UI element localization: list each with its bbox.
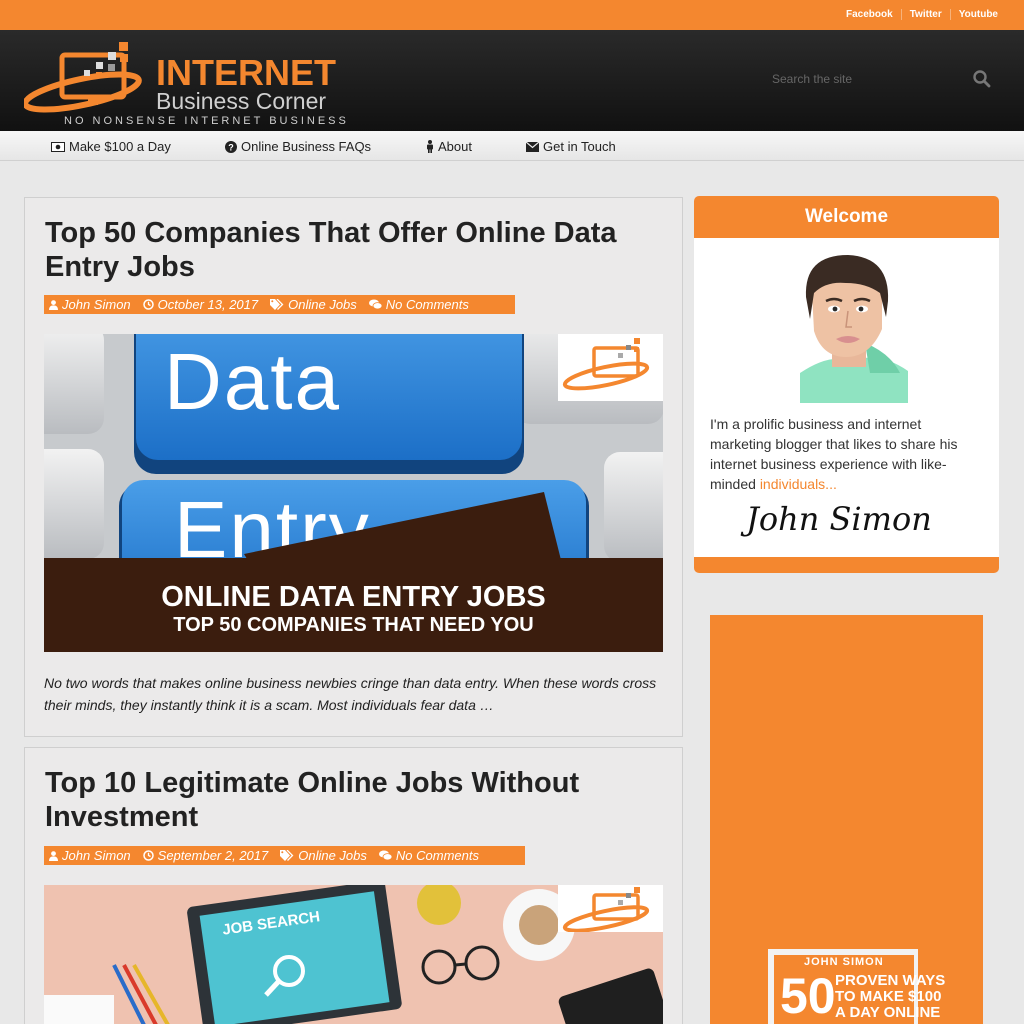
- user-icon: [49, 299, 58, 310]
- post-excerpt: No two words that makes online business …: [44, 675, 657, 713]
- book-promo-widget[interactable]: JOHN SIMON 50 PROVEN WAYS TO MAKE $100 A…: [710, 615, 983, 1024]
- clock-icon: [142, 850, 154, 861]
- post-meta: John Simon September 2, 2017 Online Jobs…: [44, 846, 525, 865]
- post-date-text: October 13, 2017: [157, 297, 259, 312]
- social-links: Facebook Twitter Youtube: [838, 9, 1006, 20]
- post-category[interactable]: Online Jobs: [270, 297, 357, 312]
- nav-item-contact[interactable]: Get in Touch: [526, 139, 616, 154]
- post-author[interactable]: John Simon: [49, 297, 131, 312]
- post-comments-count: No Comments: [395, 848, 479, 863]
- image-watermark-logo: [558, 334, 663, 401]
- tags-icon: [270, 299, 284, 310]
- nav-item-make-money[interactable]: Make $100 a Day: [51, 139, 171, 154]
- post-comments-count: No Comments: [385, 297, 469, 312]
- post-title[interactable]: Top 10 Legitimate Online Jobs Without In…: [45, 766, 662, 834]
- search-icon[interactable]: [972, 69, 992, 89]
- social-bar: Facebook Twitter Youtube: [0, 0, 1024, 30]
- featured-image[interactable]: JOB SEARCH: [44, 885, 663, 1024]
- nav-item-about[interactable]: About: [426, 139, 472, 154]
- featured-image[interactable]: Data Entry ONLINE DATA ENTRY JOBS TOP 50…: [44, 334, 663, 652]
- logo-monitor-icon: [562, 887, 650, 933]
- logo-monitor-icon: [562, 338, 650, 391]
- clock-icon: [142, 299, 154, 310]
- tags-icon: [280, 850, 294, 861]
- nav-item-faqs[interactable]: ? Online Business FAQs: [225, 139, 371, 154]
- book-title: PROVEN WAYS TO MAKE $100 A DAY ONLINE: [835, 973, 945, 1021]
- post-header: Top 50 Companies That Offer Online Data …: [45, 216, 662, 284]
- author-bio: I'm a prolific business and internet mar…: [710, 414, 970, 494]
- comments-icon: [378, 850, 392, 861]
- post-date: September 2, 2017: [142, 848, 269, 863]
- welcome-widget: Welcome I'm a prolific business and inte…: [694, 196, 999, 573]
- post-category-name: Online Jobs: [298, 848, 367, 863]
- image-caption-line1: ONLINE DATA ENTRY JOBS: [161, 581, 546, 613]
- nav-item-label: Get in Touch: [543, 139, 616, 154]
- question-circle-icon: ?: [225, 140, 237, 153]
- user-icon: [49, 850, 58, 861]
- post-category[interactable]: Online Jobs: [280, 848, 367, 863]
- book-title-line: PROVEN WAYS: [835, 972, 946, 989]
- image-caption-line2: TOP 50 COMPANIES THAT NEED YOU: [173, 614, 534, 636]
- post-comments[interactable]: No Comments: [378, 848, 479, 863]
- post-date: October 13, 2017: [142, 297, 259, 312]
- bio-read-more-link[interactable]: individuals...: [760, 476, 837, 492]
- nav-item-label: Make $100 a Day: [69, 139, 171, 154]
- post-date-text: September 2, 2017: [157, 848, 269, 863]
- money-icon: [51, 141, 65, 152]
- envelope-icon: [526, 141, 539, 152]
- twitter-link[interactable]: Twitter: [900, 9, 950, 20]
- logo-subtitle: Business Corner: [156, 88, 327, 114]
- book-author: JOHN SIMON: [804, 956, 884, 968]
- post-category-name: Online Jobs: [288, 297, 357, 312]
- image-watermark-logo: [558, 885, 663, 933]
- post-author-name: John Simon: [62, 848, 131, 863]
- author-avatar: [800, 255, 908, 403]
- person-icon: [427, 140, 433, 153]
- post-header: Top 10 Legitimate Online Jobs Without In…: [45, 766, 662, 834]
- site-logo[interactable]: INTERNET Business Corner NO NONSENSE INT…: [24, 40, 354, 127]
- search-box: [772, 70, 1002, 92]
- logo-tagline: NO NONSENSE INTERNET BUSINESS: [64, 115, 349, 127]
- author-signature: John Simon: [746, 500, 932, 538]
- post-comments[interactable]: No Comments: [368, 297, 469, 312]
- post-author-name: John Simon: [62, 297, 131, 312]
- facebook-link[interactable]: Facebook: [838, 9, 901, 20]
- post-meta: John Simon October 13, 2017 Online Jobs …: [44, 295, 515, 314]
- comments-icon: [368, 299, 382, 310]
- welcome-title: Welcome: [804, 206, 889, 227]
- book-title-line: TO MAKE $100: [835, 988, 942, 1005]
- youtube-link[interactable]: Youtube: [949, 9, 1006, 20]
- book-number: 50: [780, 968, 836, 1024]
- svg-text:?: ?: [228, 142, 234, 152]
- nav-item-label: About: [438, 139, 472, 154]
- book-title-line: A DAY ONLINE: [835, 1004, 941, 1021]
- welcome-body: I'm a prolific business and internet mar…: [694, 238, 999, 557]
- post-author[interactable]: John Simon: [49, 848, 131, 863]
- post-card: Top 10 Legitimate Online Jobs Without In…: [24, 747, 683, 1024]
- nav-item-label: Online Business FAQs: [241, 139, 372, 154]
- search-input[interactable]: [772, 72, 962, 86]
- logo-monitor-icon: [24, 42, 142, 113]
- main-nav: Make $100 a Day ? Online Business FAQs A…: [0, 131, 1024, 161]
- post-card: Top 50 Companies That Offer Online Data …: [24, 197, 683, 737]
- site-header: INTERNET Business Corner NO NONSENSE INT…: [0, 30, 1024, 131]
- post-title[interactable]: Top 50 Companies That Offer Online Data …: [45, 216, 662, 284]
